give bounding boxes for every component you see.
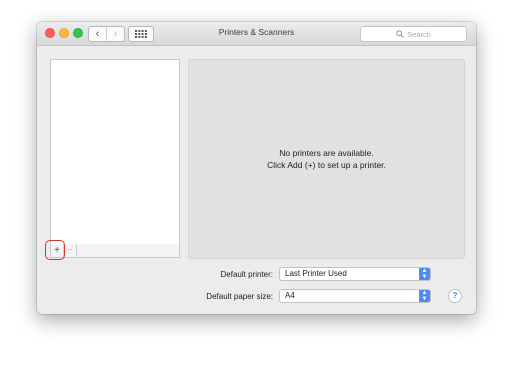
up-down-arrows-icon: ▲ ▼ (419, 268, 430, 280)
printer-detail-pane: No printers are available. Click Add (+)… (188, 59, 465, 259)
default-paper-size-label: Default paper size: (206, 292, 273, 301)
help-button[interactable]: ? (448, 289, 462, 303)
empty-state-hint: Click Add (+) to set up a printer. (267, 160, 386, 170)
search-field[interactable]: Search (360, 26, 467, 42)
search-icon (396, 30, 404, 38)
printer-list[interactable] (50, 59, 180, 246)
search-placeholder: Search (407, 29, 431, 39)
title-bar: ‹ › Printers & Scanners Search (37, 22, 476, 46)
remove-printer-button[interactable]: − (64, 244, 77, 257)
default-printer-label: Default printer: (220, 270, 273, 279)
default-paper-size-value: A4 (285, 291, 295, 300)
default-printer-value: Last Printer Used (285, 269, 347, 278)
empty-state-message: No printers are available. (279, 148, 374, 158)
printers-scanners-window: ‹ › Printers & Scanners Search + − No pr… (37, 22, 476, 314)
printer-list-controls: + − (50, 244, 180, 258)
default-paper-size-popup[interactable]: A4 ▲ ▼ (279, 289, 431, 303)
up-down-arrows-icon: ▲ ▼ (419, 290, 430, 302)
default-printer-popup[interactable]: Last Printer Used ▲ ▼ (279, 267, 431, 281)
add-button-highlight-ring (45, 240, 65, 260)
